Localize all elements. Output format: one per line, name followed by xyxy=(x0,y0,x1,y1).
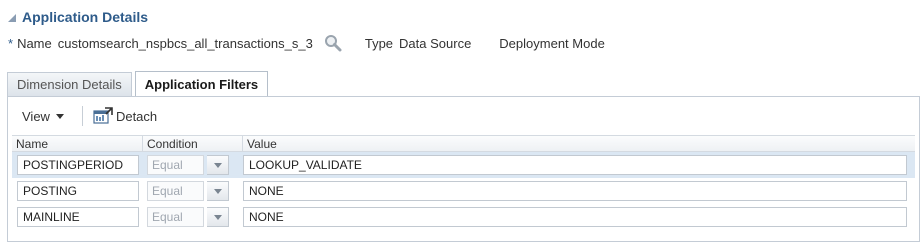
condition-dropdown-button[interactable] xyxy=(207,207,229,227)
tab-application-filters[interactable]: Application Filters xyxy=(134,71,269,96)
table-header: Name Condition Value xyxy=(12,135,915,152)
type-value: Data Source xyxy=(399,35,472,51)
chevron-down-icon xyxy=(213,188,222,194)
section-title: Application Details xyxy=(22,9,149,25)
table-row[interactable]: POSTINGPERIOD Equal LOOKUP_VALIDATE xyxy=(12,152,915,178)
filter-name-field[interactable]: POSTING xyxy=(17,181,139,201)
type-label: Type xyxy=(364,35,394,51)
filter-value-field[interactable]: LOOKUP_VALIDATE xyxy=(243,155,907,175)
chevron-down-icon xyxy=(213,214,222,220)
tab-bar: Dimension Details Application Filters xyxy=(7,71,269,96)
condition-dropdown-button[interactable] xyxy=(207,181,229,201)
name-label: Name xyxy=(17,35,52,51)
detach-button[interactable]: Detach xyxy=(93,107,157,125)
view-label: View xyxy=(22,108,50,124)
table-toolbar: View Detach xyxy=(18,105,157,127)
condition-dropdown-button[interactable] xyxy=(207,155,229,175)
toolbar-divider xyxy=(81,106,83,126)
application-filters-panel: View Detach Name Condition Value POSTING… xyxy=(7,96,920,242)
section-header: Application Details xyxy=(8,7,148,27)
detach-label: Detach xyxy=(115,108,158,124)
magnifier-icon xyxy=(324,35,342,52)
filter-value-field[interactable]: NONE xyxy=(243,207,907,227)
detach-window-icon xyxy=(93,107,113,124)
column-header-value[interactable]: Value xyxy=(243,136,915,151)
name-value: customsearch_nspbcs_all_transactions_s_3 xyxy=(57,35,313,51)
condition-select[interactable]: Equal xyxy=(147,155,204,175)
search-button[interactable] xyxy=(321,34,343,52)
application-meta-row: * Name customsearch_nspbcs_all_transacti… xyxy=(8,33,611,53)
required-marker: * xyxy=(8,35,14,51)
table-row[interactable]: POSTING Equal NONE xyxy=(12,178,915,204)
column-header-condition[interactable]: Condition xyxy=(143,136,243,151)
filter-name-field[interactable]: POSTINGPERIOD xyxy=(17,155,139,175)
condition-select[interactable]: Equal xyxy=(147,207,204,227)
filter-name-field[interactable]: MAINLINE xyxy=(17,207,139,227)
deployment-mode-label: Deployment Mode xyxy=(499,35,605,51)
column-header-name[interactable]: Name xyxy=(12,136,143,151)
view-menu-button[interactable]: View xyxy=(18,109,68,124)
condition-select[interactable]: Equal xyxy=(147,181,204,201)
table-row[interactable]: MAINLINE Equal NONE xyxy=(12,204,915,230)
chevron-down-icon xyxy=(213,162,222,168)
filter-value-field[interactable]: NONE xyxy=(243,181,907,201)
collapse-triangle-icon[interactable] xyxy=(8,14,16,22)
caret-down-icon xyxy=(55,113,64,119)
tab-dimension-details[interactable]: Dimension Details xyxy=(7,72,132,96)
filters-table: Name Condition Value POSTINGPERIOD Equal… xyxy=(12,135,915,230)
